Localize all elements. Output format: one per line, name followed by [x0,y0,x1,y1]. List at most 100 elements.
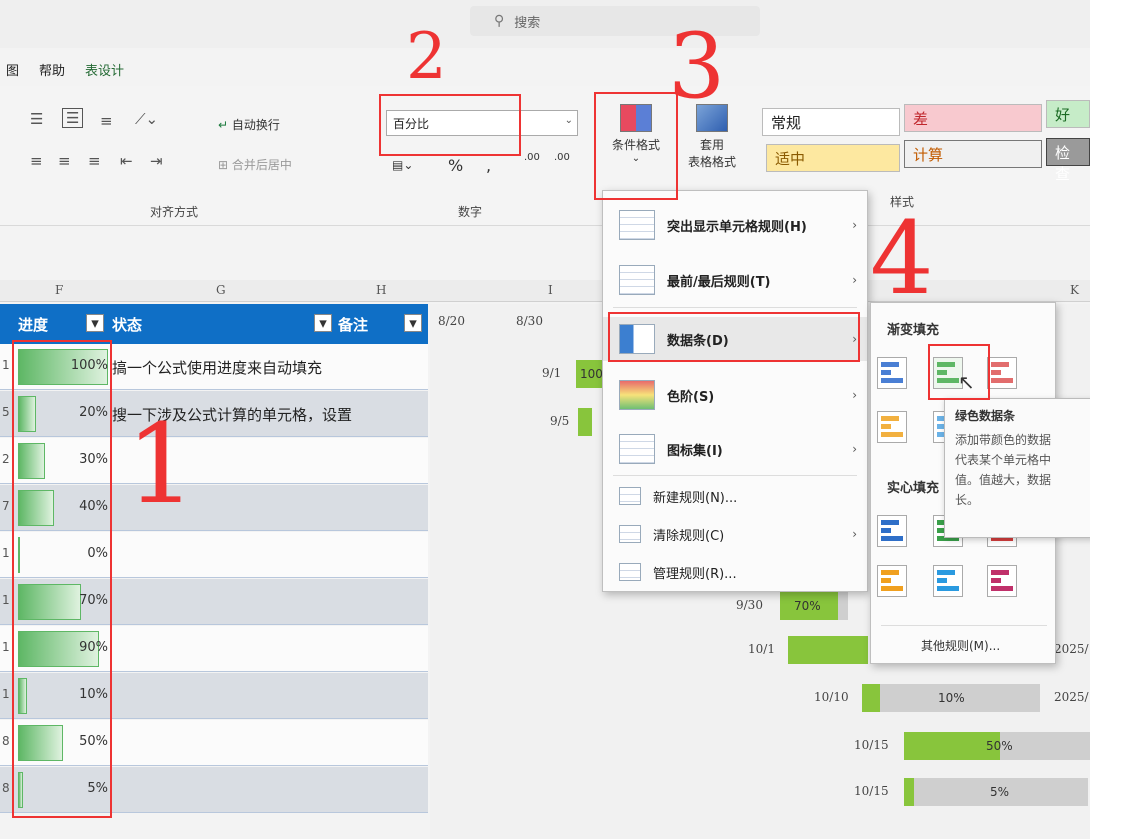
table-row[interactable]: 1 90% [0,626,428,672]
style-check[interactable]: 检查 [1046,138,1090,183]
table-row[interactable]: 8 5% [0,767,428,813]
gantt-date-header: 8/20 [438,314,465,328]
manage-rules-icon [619,563,641,581]
style-bad[interactable]: 差 [904,104,1042,132]
progress-value[interactable]: 90% [18,640,108,655]
currency-button[interactable]: ▤⌄ [392,158,413,172]
gantt-date: 9/5 [550,414,570,428]
align-left-icon[interactable]: ≡ [30,152,43,170]
align-right-icon[interactable]: ≡ [88,152,101,170]
decrease-decimal-button[interactable]: .00 [554,152,570,163]
progress-value[interactable]: 30% [18,452,108,467]
menu-item-highlight-rules[interactable]: 突出显示单元格规则(H) › [603,205,867,245]
percent-button[interactable]: % [448,156,463,175]
style-good[interactable]: 好 [1046,100,1090,128]
menu-item-data-bars[interactable]: 数据条(D) › [603,317,867,361]
progress-value[interactable]: 70% [18,593,108,608]
gantt-date-header: 8/30 [516,314,543,328]
tab-partial[interactable]: 图 [6,60,19,86]
column-header-g[interactable]: G [216,283,226,297]
progress-value[interactable]: 100% [18,358,108,373]
tooltip-line: 添加带颜色的数据 [955,433,1052,447]
filter-dropdown-note[interactable]: ▾ [404,314,422,332]
align-center-icon[interactable]: ≡ [58,152,71,170]
decrease-indent-icon[interactable]: ⇤ [120,152,133,170]
more-rules-button[interactable]: 其他规则(M)... [921,637,1000,654]
tooltip-title: 绿色数据条 [955,409,1016,423]
gantt-date: 10/15 [854,784,889,798]
table-row[interactable]: 2 30% [0,438,428,484]
tab-table-design[interactable]: 表设计 [85,60,124,86]
column-header-f[interactable]: F [55,283,63,297]
status-cell[interactable]: 搞一个公式使用进度来自动填充 [112,357,322,378]
new-rule-icon [619,487,641,505]
gantt-track [838,592,848,620]
gantt-date: 10/1 [748,642,775,656]
orange-solid-databar-icon[interactable] [877,565,907,597]
data-bars-icon [619,324,655,354]
row-number: 2 [2,452,10,466]
table-row[interactable]: 7 40% [0,485,428,531]
tooltip-line: 长。 [955,493,980,507]
table-row[interactable]: 1 0% [0,532,428,578]
table-header: 进度 ▾ 状态 ▾ 备注 ▾ [0,304,428,344]
menu-item-color-scales[interactable]: 色阶(S) › [603,373,867,417]
number-format-select[interactable]: 百分比 ⌄ [386,110,578,136]
progress-value[interactable]: 50% [18,734,108,749]
merge-icon: ⊞ [218,158,229,172]
top-bottom-rules-icon [619,265,655,295]
comma-button[interactable]: , [486,156,491,175]
filter-dropdown-status[interactable]: ▾ [314,314,332,332]
align-top-icon[interactable]: ☰ [30,110,43,128]
table-row[interactable]: 8 50% [0,720,428,766]
menu-item-icon-sets[interactable]: 图标集(I) › [603,427,867,471]
increase-indent-icon[interactable]: ⇥ [150,152,163,170]
gantt-end-date: 2025/ [1054,642,1089,656]
color-scales-icon [619,380,655,410]
table-row[interactable]: 1 100% 搞一个公式使用进度来自动填充 [0,344,428,390]
blue-solid-databar-icon[interactable] [877,515,907,547]
wrap-icon: ↵ [218,118,229,132]
merge-center-button[interactable]: ⊞ 合并后居中 [218,156,292,173]
style-calculation[interactable]: 计算 [904,140,1042,168]
gantt-end-date: 2025/ [1054,690,1089,704]
blue-gradient-databar-icon[interactable] [877,357,907,389]
progress-value[interactable]: 20% [18,405,108,420]
row-number: 1 [2,640,10,654]
row-number: 1 [2,593,10,607]
align-middle-icon[interactable]: ☰ [62,108,84,128]
mouse-cursor-icon: ↖ [958,370,975,394]
chevron-right-icon: › [852,273,857,287]
wrap-text-button[interactable]: ↵ 自动换行 [218,116,280,133]
orange-gradient-databar-icon[interactable] [877,411,907,443]
style-neutral[interactable]: 适中 [766,144,900,172]
tab-help[interactable]: 帮助 [39,60,65,86]
table-row[interactable]: 1 70% [0,579,428,625]
menu-item-manage-rules[interactable]: 管理规则(R)... [603,557,867,587]
orientation-icon[interactable]: ⟋⌄ [135,110,158,128]
progress-value[interactable]: 5% [18,781,108,796]
purple-solid-databar-icon[interactable] [987,565,1017,597]
chevron-right-icon: › [852,332,857,346]
filter-dropdown-progress[interactable]: ▾ [86,314,104,332]
lightblue-solid-databar-icon[interactable] [933,565,963,597]
increase-decimal-button[interactable]: .00 [524,152,540,163]
menu-item-new-rule[interactable]: 新建规则(N)... [603,481,867,511]
menu-item-clear-rules[interactable]: 清除规则(C) › [603,519,867,549]
progress-value[interactable]: 0% [18,546,108,561]
alignment-group-label: 对齐方式 [150,205,199,219]
conditional-format-button[interactable]: 条件格式 ⌄ [600,96,672,188]
chevron-right-icon: › [852,218,857,232]
column-header-h[interactable]: H [376,283,386,297]
progress-value[interactable]: 40% [18,499,108,514]
style-normal[interactable]: 常规 [762,108,900,136]
table-row[interactable]: 1 10% [0,673,428,719]
column-header-i[interactable]: I [548,283,553,297]
table-row[interactable]: 5 20% 搜一下涉及公式计算的单元格，设置 [0,391,428,437]
menu-item-top-bottom-rules[interactable]: 最前/最后规则(T) › [603,259,867,301]
red-gradient-databar-icon[interactable] [987,357,1017,389]
progress-value[interactable]: 10% [18,687,108,702]
align-bottom-icon[interactable]: ≡ [100,112,113,130]
column-header-k[interactable]: K [1070,283,1079,297]
annotation-number-2: 2 [406,20,447,94]
